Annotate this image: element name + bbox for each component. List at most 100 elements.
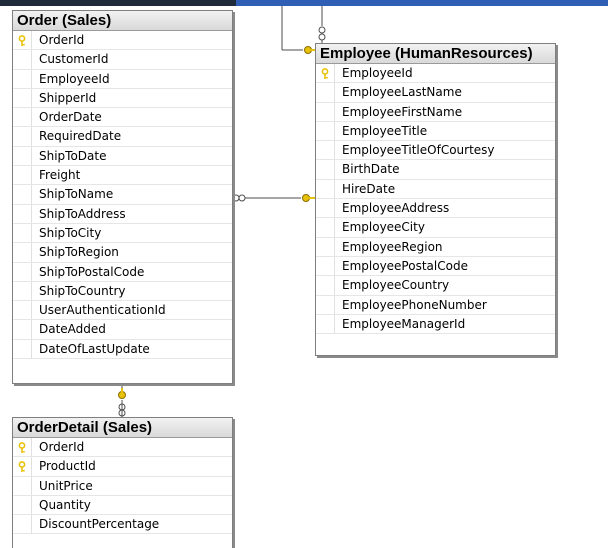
row-selector[interactable]	[316, 276, 335, 295]
column-row[interactable]: RequiredDate	[13, 127, 232, 147]
column-row[interactable]: UserAuthenticationId	[13, 301, 232, 321]
column-row[interactable]: OrderId	[13, 438, 232, 458]
column-name: EmployeeId	[342, 66, 413, 80]
row-selector[interactable]	[316, 314, 335, 334]
row-selector[interactable]	[13, 262, 32, 281]
primary-key-icon	[321, 67, 329, 79]
column-row[interactable]: EmployeeTitle	[316, 121, 555, 142]
row-selector[interactable]	[13, 166, 32, 185]
column-row[interactable]: ShipToRegion	[13, 243, 232, 263]
column-name: OrderDate	[39, 110, 102, 125]
column-name: EmployeeTitle	[342, 123, 428, 138]
row-selector[interactable]	[316, 295, 335, 314]
column-row[interactable]: BirthDate	[316, 160, 555, 180]
key-icon	[302, 194, 315, 202]
row-selector[interactable]	[316, 256, 335, 276]
row-selector[interactable]	[13, 146, 32, 166]
column-row[interactable]: ShipToName	[13, 185, 232, 205]
column-row[interactable]: OrderDate	[13, 108, 232, 128]
row-selector[interactable]	[13, 457, 32, 476]
column-name: ShipToPostalCode	[39, 264, 145, 279]
row-selector[interactable]	[13, 223, 32, 243]
column-row[interactable]: EmployeeTitleOfCourtesy	[316, 141, 555, 161]
column-row[interactable]: Quantity	[13, 495, 232, 516]
row-selector[interactable]	[13, 50, 32, 69]
column-row[interactable]: EmployeePhoneNumber	[316, 295, 555, 315]
column-row[interactable]: ProductId	[13, 457, 232, 477]
column-row[interactable]: ShipToCity	[13, 223, 232, 244]
row-selector[interactable]	[13, 515, 32, 534]
column-row[interactable]: HireDate	[316, 179, 555, 200]
column-row[interactable]: CustomerId	[13, 50, 232, 70]
row-selector[interactable]	[13, 88, 32, 108]
column-name: ShipperId	[39, 90, 97, 105]
table-title[interactable]: Employee (HumanResources)	[316, 44, 555, 64]
table-title[interactable]: OrderDetail (Sales)	[13, 418, 232, 438]
row-selector[interactable]	[13, 495, 32, 515]
column-name: OrderId	[39, 440, 85, 454]
row-selector[interactable]	[13, 476, 32, 495]
column-name: RequiredDate	[39, 129, 122, 144]
row-selector[interactable]	[13, 204, 32, 223]
row-selector[interactable]	[316, 218, 335, 237]
column-row[interactable]: EmployeeId	[316, 64, 555, 84]
row-selector[interactable]	[13, 438, 32, 457]
row-selector[interactable]	[316, 237, 335, 256]
employee-humanresources-table[interactable]: Employee (HumanResources) EmployeeId Empl…	[315, 43, 556, 356]
order-sales-table[interactable]: Order (Sales) OrderId CustomerId EmployeeI…	[12, 10, 233, 384]
column-row[interactable]: EmployeeFirstName	[316, 102, 555, 122]
row-selector[interactable]	[13, 127, 32, 146]
relationship-order-employee[interactable]	[231, 194, 301, 202]
column-row[interactable]: EmployeeCity	[316, 218, 555, 238]
column-row[interactable]: ShipToPostalCode	[13, 262, 232, 282]
column-row[interactable]: DateOfLastUpdate	[13, 339, 232, 360]
column-name: BirthDate	[342, 162, 400, 177]
column-list: OrderId CustomerId EmployeeId ShipperId Orde…	[13, 31, 232, 360]
column-row[interactable]: EmployeePostalCode	[316, 256, 555, 277]
column-name: ShipToAddress	[39, 206, 126, 221]
row-selector[interactable]	[13, 301, 32, 320]
row-selector[interactable]	[316, 160, 335, 179]
row-selector[interactable]	[316, 199, 335, 218]
column-row[interactable]: ShipToAddress	[13, 204, 232, 224]
row-selector[interactable]	[13, 320, 32, 339]
column-row[interactable]: DateAdded	[13, 320, 232, 340]
row-selector[interactable]	[13, 281, 32, 301]
row-selector[interactable]	[316, 64, 335, 83]
column-name: UserAuthenticationId	[39, 303, 166, 318]
row-selector[interactable]	[316, 179, 335, 199]
column-name: ShipToRegion	[39, 245, 119, 260]
table-title[interactable]: Order (Sales)	[13, 11, 232, 31]
row-selector[interactable]	[13, 31, 32, 50]
column-row[interactable]: EmployeeAddress	[316, 199, 555, 219]
row-selector[interactable]	[316, 83, 335, 102]
row-selector[interactable]	[316, 102, 335, 121]
row-selector[interactable]	[316, 141, 335, 160]
column-row[interactable]: DiscountPercentage	[13, 515, 232, 535]
column-name: EmployeePhoneNumber	[342, 297, 487, 312]
column-row[interactable]: OrderId	[13, 31, 232, 51]
column-row[interactable]: ShipToCountry	[13, 281, 232, 302]
row-selector[interactable]	[13, 108, 32, 127]
column-row[interactable]: EmployeeCountry	[316, 276, 555, 296]
column-row[interactable]: EmployeeManagerId	[316, 314, 555, 335]
column-row[interactable]: UnitPrice	[13, 476, 232, 496]
row-selector[interactable]	[13, 69, 32, 88]
row-selector[interactable]	[13, 243, 32, 262]
column-name: EmployeePostalCode	[342, 258, 468, 273]
column-name: HireDate	[342, 181, 396, 196]
column-row[interactable]: Freight	[13, 166, 232, 186]
column-row[interactable]: EmployeeId	[13, 69, 232, 89]
column-name: OrderId	[39, 33, 85, 47]
orderdetail-sales-table[interactable]: OrderDetail (Sales) OrderId ProductId Unit…	[12, 417, 233, 548]
column-row[interactable]: ShipperId	[13, 88, 232, 109]
row-selector[interactable]	[13, 339, 32, 359]
column-row[interactable]: EmployeeRegion	[316, 237, 555, 257]
column-name: ShipToName	[39, 187, 114, 202]
column-name: ProductId	[39, 459, 96, 474]
column-row[interactable]: ShipToDate	[13, 146, 232, 167]
column-row[interactable]: EmployeeLastName	[316, 83, 555, 103]
primary-key-icon	[18, 441, 26, 453]
row-selector[interactable]	[13, 185, 32, 204]
row-selector[interactable]	[316, 121, 335, 141]
